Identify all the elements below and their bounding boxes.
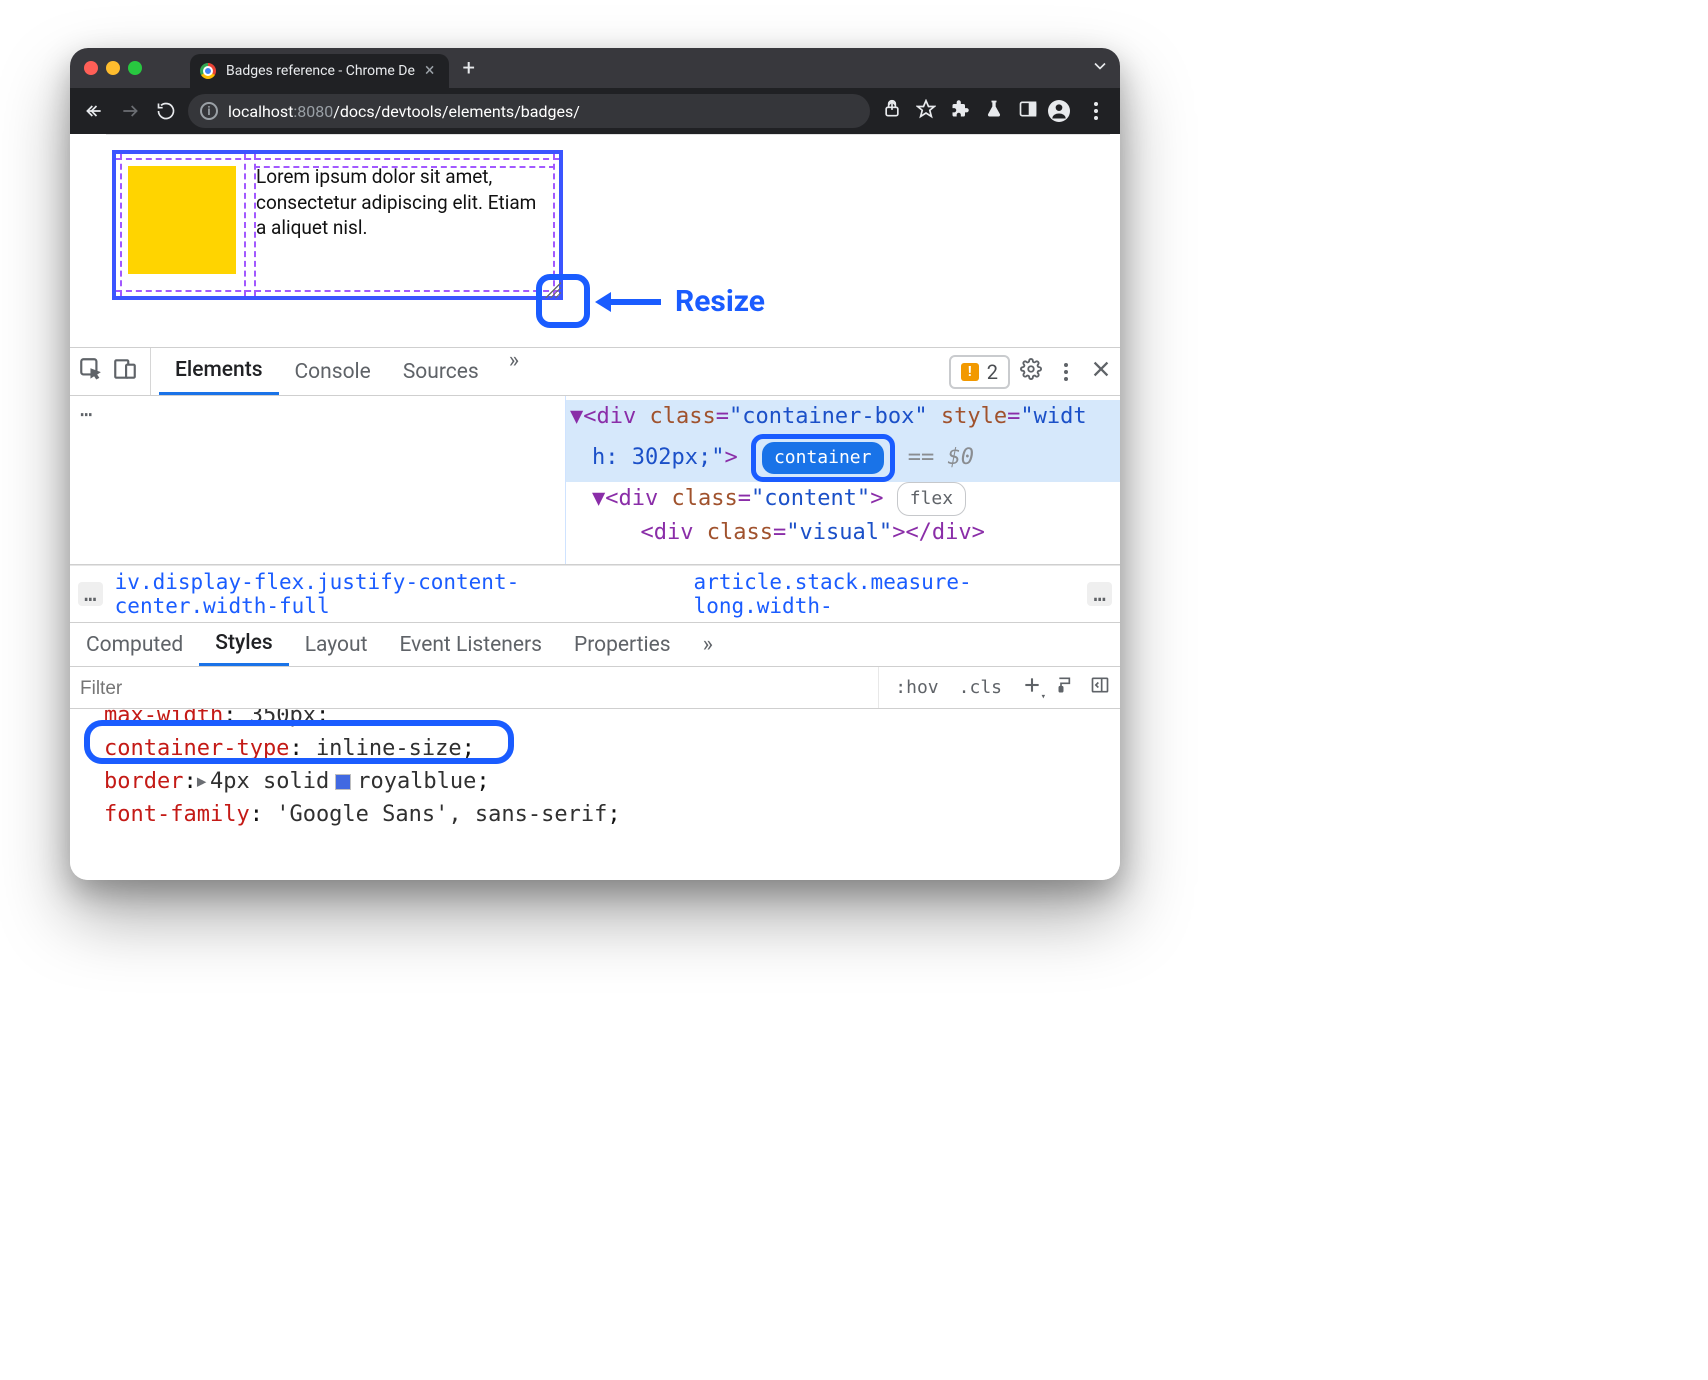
browser-tab[interactable]: Badges reference - Chrome De × <box>190 54 449 88</box>
profile-avatar[interactable] <box>1048 100 1076 122</box>
device-toggle-icon[interactable] <box>112 356 138 387</box>
browser-window: Badges reference - Chrome De × + i local… <box>70 48 1120 880</box>
forward-button[interactable] <box>116 97 144 125</box>
labs-icon[interactable] <box>980 99 1008 123</box>
extensions-icon[interactable] <box>946 99 974 123</box>
url-text: localhost:8080/docs/devtools/elements/ba… <box>228 102 580 121</box>
styles-tabs-overflow-icon[interactable]: » <box>687 623 729 666</box>
breadcrumb-item-2[interactable]: article.stack.measure-long.width- <box>694 570 1076 618</box>
styles-filter-input[interactable] <box>80 678 868 700</box>
cls-toggle[interactable]: .cls <box>951 677 1010 698</box>
breadcrumb-item-1[interactable]: iv.display-flex.justify-content-center.w… <box>115 570 682 618</box>
resize-handle[interactable] <box>545 282 561 298</box>
devtools-menu-icon[interactable] <box>1052 363 1080 381</box>
annotation-arrow: Resize <box>595 284 765 319</box>
omnibox[interactable]: i localhost:8080/docs/devtools/elements/… <box>188 94 870 128</box>
maximize-window-button[interactable] <box>128 61 142 75</box>
tab-layout[interactable]: Layout <box>289 623 384 666</box>
decl-border[interactable]: border:▸4px solidroyalblue; <box>104 765 1120 798</box>
styles-declarations[interactable]: max-width: 350px; container-type: inline… <box>70 709 1120 880</box>
app-menu-icon[interactable] <box>1082 102 1110 120</box>
tab-computed[interactable]: Computed <box>70 623 199 666</box>
window-expand-icon[interactable] <box>1090 56 1110 80</box>
address-bar: i localhost:8080/docs/devtools/elements/… <box>70 88 1120 134</box>
styles-tabs: Computed Styles Layout Event Listeners P… <box>70 623 1120 667</box>
dom-breadcrumb[interactable]: … iv.display-flex.justify-content-center… <box>70 565 1120 623</box>
issues-count: 2 <box>987 360 998 384</box>
site-info-icon[interactable]: i <box>200 102 218 120</box>
demo-text: Lorem ipsum dolor sit amet, consectetur … <box>256 164 538 241</box>
decl-max-width[interactable]: max-width: 350px; <box>104 709 1120 732</box>
breadcrumb-overflow-left[interactable]: … <box>78 582 103 606</box>
dom-node-container-box[interactable]: ▼<div class="container-box" style="widt <box>566 400 1120 434</box>
tabs-overflow-icon[interactable]: » <box>495 348 533 395</box>
share-icon[interactable] <box>878 99 906 123</box>
tab-styles[interactable]: Styles <box>199 623 288 666</box>
dom-node-visual[interactable]: <div class="visual"></div> <box>566 516 1120 550</box>
dom-ellipsis-icon[interactable]: ⋯ <box>80 402 92 426</box>
minimize-window-button[interactable] <box>106 61 120 75</box>
issues-pill[interactable]: ! 2 <box>949 355 1010 389</box>
warning-icon: ! <box>961 363 979 381</box>
new-tab-button[interactable]: + <box>463 56 475 81</box>
close-devtools-icon[interactable] <box>1090 358 1112 385</box>
chrome-icon <box>200 63 216 79</box>
settings-icon[interactable] <box>1020 358 1042 385</box>
decl-font-family[interactable]: font-family: 'Google Sans', sans-serif; <box>104 798 1120 831</box>
tab-properties[interactable]: Properties <box>558 623 687 666</box>
window-controls <box>84 61 142 75</box>
reload-button[interactable] <box>152 97 180 125</box>
close-window-button[interactable] <box>84 61 98 75</box>
decl-container-type[interactable]: container-type: inline-size; <box>104 732 1120 765</box>
dom-tree[interactable]: ⋯ ▼<div class="container-box" style="wid… <box>70 396 1120 565</box>
tab-event-listeners[interactable]: Event Listeners <box>383 623 557 666</box>
annotation-label: Resize <box>675 284 765 319</box>
panel-icon[interactable] <box>1014 99 1042 123</box>
container-box[interactable]: Lorem ipsum dolor sit amet, consectetur … <box>112 150 563 300</box>
dom-node-content[interactable]: ▼<div class="content"> flex <box>566 482 1120 516</box>
hov-toggle[interactable]: :hov <box>887 677 946 698</box>
badge-container[interactable]: container <box>762 442 884 474</box>
back-button[interactable] <box>80 97 108 125</box>
inspect-icon[interactable] <box>78 356 104 387</box>
sidebar-toggle-icon[interactable] <box>1082 675 1112 700</box>
tab-elements[interactable]: Elements <box>159 348 279 395</box>
visual-box <box>128 166 236 274</box>
color-swatch[interactable] <box>335 774 351 790</box>
dom-node-container-box-l2[interactable]: h: 302px;"> container == $0 <box>566 434 1120 482</box>
styles-filter-row: :hov .cls ▾ <box>70 667 1120 709</box>
breadcrumb-overflow-right[interactable]: … <box>1087 582 1112 606</box>
devtools-toolbar: Elements Console Sources » ! 2 <box>70 348 1120 396</box>
tab-title: Badges reference - Chrome De <box>226 63 415 79</box>
tab-sources[interactable]: Sources <box>387 348 495 395</box>
tab-console[interactable]: Console <box>279 348 387 395</box>
devtools-panel: Elements Console Sources » ! 2 ⋯ <box>70 348 1120 880</box>
paint-icon[interactable] <box>1048 675 1078 700</box>
page-content: Lorem ipsum dolor sit amet, consectetur … <box>70 134 1120 348</box>
new-rule-icon[interactable]: ▾ <box>1014 675 1044 700</box>
badge-flex[interactable]: flex <box>897 482 966 516</box>
titlebar: Badges reference - Chrome De × + <box>70 48 1120 88</box>
close-tab-icon[interactable]: × <box>425 62 435 80</box>
bookmark-icon[interactable] <box>912 99 940 123</box>
